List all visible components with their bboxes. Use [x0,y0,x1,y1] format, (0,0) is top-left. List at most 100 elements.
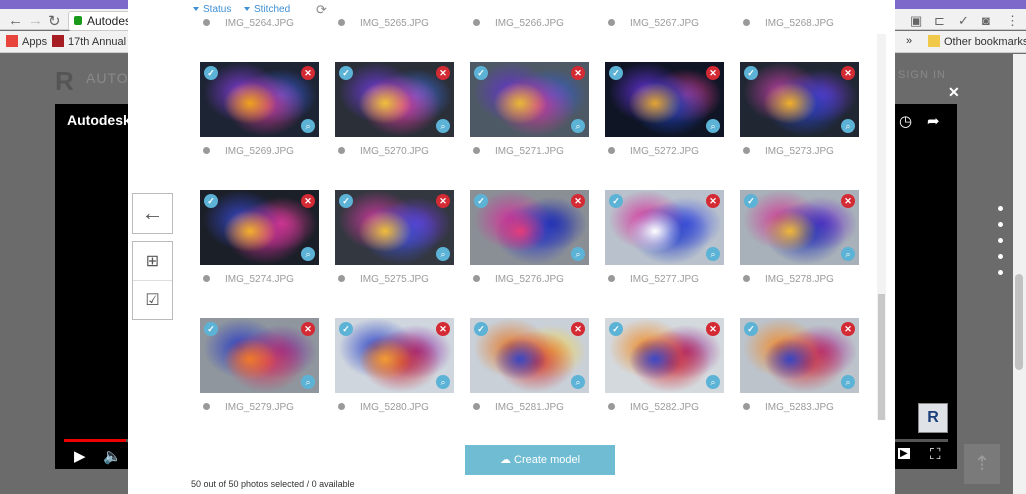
remove-photo-icon[interactable]: ✕ [571,194,585,208]
photo-thumbnail[interactable]: ✓ ✕ ⌕ [200,190,319,265]
photo-thumbnail[interactable]: ✓ ✕ ⌕ [200,318,319,393]
remove-photo-icon[interactable]: ✕ [841,322,855,336]
selected-check-icon[interactable]: ✓ [609,322,623,336]
photo-thumbnail[interactable]: ✓ ✕ ⌕ [605,318,724,393]
zoom-icon[interactable]: ⌕ [571,375,585,389]
zoom-icon[interactable]: ⌕ [301,375,315,389]
section-dot[interactable] [998,222,1003,227]
zoom-icon[interactable]: ⌕ [841,119,855,133]
zoom-icon[interactable]: ⌕ [301,119,315,133]
remove-photo-icon[interactable]: ✕ [841,194,855,208]
selected-check-icon[interactable]: ✓ [609,194,623,208]
address-bar[interactable]: Autodes [68,11,130,31]
photo-thumbnail[interactable]: ✓ ✕ ⌕ [335,318,454,393]
photo-actions: ⊞ ☑ [132,241,173,320]
photo-thumbnail[interactable]: ✓ ✕ ⌕ [740,318,859,393]
remove-photo-icon[interactable]: ✕ [571,322,585,336]
zoom-icon[interactable]: ⌕ [841,247,855,261]
remove-photo-icon[interactable]: ✕ [436,194,450,208]
fullscreen-icon[interactable]: ⛶ [930,446,941,463]
selected-check-icon[interactable]: ✓ [204,194,218,208]
photo-thumbnail[interactable]: ✓ ✕ ⌕ [470,318,589,393]
selected-check-icon[interactable]: ✓ [744,322,758,336]
remove-photo-icon[interactable]: ✕ [301,66,315,80]
remove-photo-icon[interactable]: ✕ [301,194,315,208]
photo-thumbnail[interactable]: ✓ ✕ ⌕ [470,62,589,137]
cast-icon[interactable]: ⊏ [934,13,945,29]
zoom-icon[interactable]: ⌕ [706,375,720,389]
photo-thumbnail[interactable]: ✓ ✕ ⌕ [605,190,724,265]
zoom-icon[interactable]: ⌕ [436,247,450,261]
sign-in-link[interactable]: SIGN IN [898,69,946,81]
zoom-icon[interactable]: ⌕ [706,247,720,261]
create-model-button[interactable]: ☁ Create model [465,445,615,475]
selected-check-icon[interactable]: ✓ [744,194,758,208]
volume-icon[interactable]: 🔈 [103,447,122,465]
photo-thumbnail[interactable]: ✓ ✕ ⌕ [605,62,724,137]
close-icon[interactable]: ✕ [948,84,960,101]
photo-thumbnail[interactable]: ✓ ✕ ⌕ [335,190,454,265]
extension-icon[interactable]: ▣ [910,13,922,29]
selected-check-icon[interactable]: ✓ [474,322,488,336]
youtube-logo-icon[interactable]: ▶ [898,448,910,459]
selected-check-icon[interactable]: ✓ [474,194,488,208]
zoom-icon[interactable]: ⌕ [436,375,450,389]
selected-check-icon[interactable]: ✓ [744,66,758,80]
selected-check-icon[interactable]: ✓ [204,66,218,80]
photo-thumbnail[interactable]: ✓ ✕ ⌕ [470,190,589,265]
share-icon[interactable]: ➦ [927,112,940,130]
cloud-icon: ☁ [499,454,514,466]
back-button[interactable]: ← [132,193,173,234]
section-dot[interactable] [998,254,1003,259]
zoom-icon[interactable]: ⌕ [571,247,585,261]
remove-photo-icon[interactable]: ✕ [841,66,855,80]
section-dot[interactable] [998,238,1003,243]
photo-thumbnail[interactable]: ✓ ✕ ⌕ [200,62,319,137]
remove-photo-icon[interactable]: ✕ [436,322,450,336]
remove-photo-icon[interactable]: ✕ [706,66,720,80]
play-icon[interactable]: ▶ [74,447,86,465]
zoom-icon[interactable]: ⌕ [436,119,450,133]
back-icon[interactable]: ← [8,12,23,29]
zoom-icon[interactable]: ⌕ [706,119,720,133]
selected-check-icon[interactable]: ✓ [339,322,353,336]
scroll-to-top-icon[interactable]: ⇡ [964,444,1000,484]
status-dot-icon [473,19,480,26]
bookmark-other[interactable]: Other bookmarks [928,35,1026,48]
stitched-filter[interactable]: Stitched [244,4,290,15]
remove-photo-icon[interactable]: ✕ [436,66,450,80]
remove-photo-icon[interactable]: ✕ [301,322,315,336]
selected-check-icon[interactable]: ✓ [474,66,488,80]
photo-thumbnail[interactable]: ✓ ✕ ⌕ [740,190,859,265]
status-filter[interactable]: Status [193,4,231,15]
zoom-icon[interactable]: ⌕ [571,119,585,133]
pocket-icon[interactable]: ◙ [982,13,990,28]
photo-thumbnail[interactable]: ✓ ✕ ⌕ [335,62,454,137]
section-dot[interactable] [998,206,1003,211]
selected-check-icon[interactable]: ✓ [204,322,218,336]
page-scrollbar-thumb[interactable] [1015,274,1023,370]
remove-photo-icon[interactable]: ✕ [706,322,720,336]
bookmarks-overflow[interactable]: » [906,35,912,47]
remove-photo-icon[interactable]: ✕ [706,194,720,208]
add-photos-icon[interactable]: ⊞ [133,242,172,281]
selected-check-icon[interactable]: ✓ [339,66,353,80]
photo-thumbnail[interactable]: ✓ ✕ ⌕ [740,62,859,137]
bookmark-apps[interactable]: Apps [6,35,47,48]
zoom-icon[interactable]: ⌕ [841,375,855,389]
menu-icon[interactable]: ⋮ [1006,13,1019,29]
forward-icon[interactable]: → [28,12,43,29]
remove-photo-icon[interactable]: ✕ [571,66,585,80]
refresh-icon[interactable]: ⟳ [316,2,327,18]
section-dot[interactable] [998,270,1003,275]
selected-check-icon[interactable]: ✓ [609,66,623,80]
check-extension-icon[interactable]: ✓ [958,13,969,29]
grid-scrollbar[interactable] [877,34,886,420]
select-photos-icon[interactable]: ☑ [133,281,172,320]
watch-later-icon[interactable]: ◷ [899,112,912,130]
zoom-icon[interactable]: ⌕ [301,247,315,261]
page-scrollbar[interactable] [1013,54,1026,494]
grid-scrollbar-thumb[interactable] [878,294,885,420]
selected-check-icon[interactable]: ✓ [339,194,353,208]
reload-icon[interactable]: ↻ [48,12,61,30]
